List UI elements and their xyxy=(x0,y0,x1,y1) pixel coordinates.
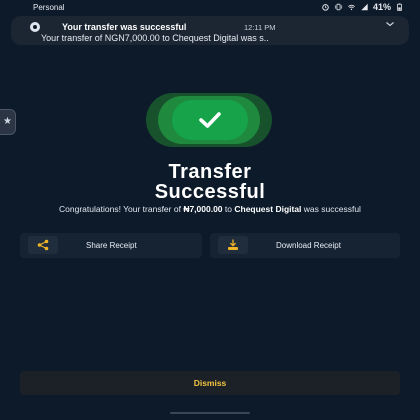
title-line-1: Transfer xyxy=(168,161,252,183)
dismiss-button[interactable]: Dismiss xyxy=(20,371,400,395)
message-prefix: Congratulations! Your transfer of xyxy=(59,204,184,214)
download-receipt-label: Download Receipt xyxy=(276,241,341,250)
vibrate-icon xyxy=(334,3,343,11)
download-receipt-button[interactable]: Download Receipt xyxy=(210,233,400,258)
share-icon xyxy=(37,239,49,251)
share-receipt-button[interactable]: Share Receipt xyxy=(20,233,202,258)
status-icons: 41% xyxy=(321,2,404,12)
alarm-icon xyxy=(322,4,329,11)
share-receipt-label: Share Receipt xyxy=(86,241,137,250)
wifi-icon xyxy=(347,4,355,11)
message-recipient: Chequest Digital xyxy=(234,204,302,214)
check-icon xyxy=(199,112,221,128)
notification-body: Your transfer of NGN7,000.00 to Chequest… xyxy=(41,33,269,43)
success-message: Congratulations! Your transfer of ₦7,000… xyxy=(20,204,400,214)
battery-icon xyxy=(397,3,402,11)
chevron-down-icon[interactable] xyxy=(385,20,395,28)
notification-time: 12:11 PM xyxy=(244,23,276,32)
success-badge xyxy=(172,100,248,140)
battery-percent: 41% xyxy=(372,2,391,12)
side-panel-handle[interactable]: ★ xyxy=(0,109,16,135)
home-indicator[interactable] xyxy=(170,412,250,414)
message-amount: ₦7,000.00 xyxy=(183,204,223,214)
status-bar: Personal 41% xyxy=(0,0,420,14)
star-icon: ★ xyxy=(3,116,12,127)
title-line-2: Successful xyxy=(154,181,266,203)
download-icon xyxy=(228,239,238,250)
share-icon-box xyxy=(28,236,58,254)
message-suffix: was successful xyxy=(301,204,361,214)
app-icon xyxy=(30,22,40,32)
signal-icon xyxy=(361,3,368,11)
notification-title: Your transfer was successful xyxy=(62,22,187,32)
message-middle: to xyxy=(222,204,235,214)
page-title: Transfer Successful xyxy=(0,162,420,202)
carrier-label: Personal xyxy=(33,3,65,12)
download-icon-box xyxy=(218,236,248,254)
transfer-notification[interactable]: Your transfer was successful 12:11 PM Yo… xyxy=(11,16,409,45)
